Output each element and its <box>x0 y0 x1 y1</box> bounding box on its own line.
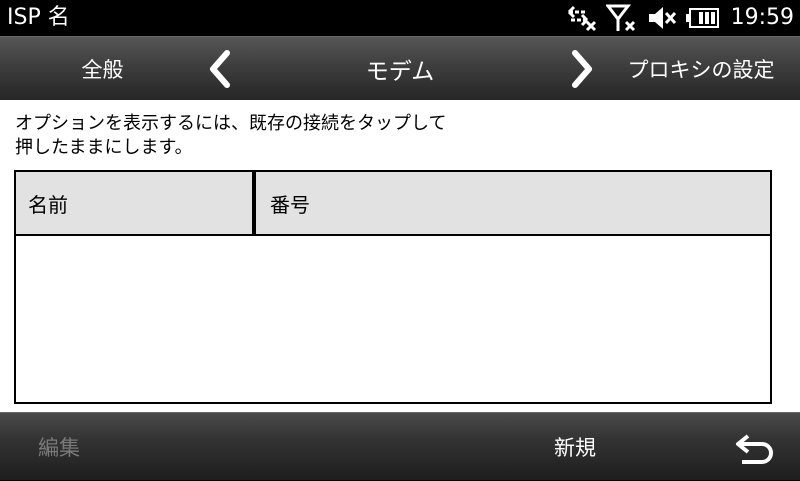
tab-proxy-settings[interactable]: プロキシの設定 <box>612 37 790 101</box>
header-nav: 全般 モデム プロキシの設定 <box>0 36 800 100</box>
chevron-right-icon[interactable] <box>562 37 602 101</box>
instruction-text: オプションを表示するには、既存の接続をタップして押したままにします。 <box>15 113 447 158</box>
speaker-muted-icon <box>647 4 677 32</box>
table-header: 名前 番号 <box>16 172 770 236</box>
bottom-bar: 編集 新規 <box>0 412 800 480</box>
table-body[interactable] <box>16 236 770 402</box>
battery-icon <box>685 7 720 29</box>
connection-table: 名前 番号 <box>14 170 772 404</box>
signal-off-icon <box>605 3 638 33</box>
tab-general[interactable]: 全般 <box>30 37 175 101</box>
content-area: オプションを表示するには、既存の接続をタップして押したままにします。 名前 番号 <box>0 100 800 412</box>
chevron-left-icon[interactable] <box>200 37 240 101</box>
column-header-name[interactable]: 名前 <box>16 172 256 234</box>
status-bar: ISP 名 19:59 <box>0 0 800 36</box>
status-time: 19:59 <box>730 5 794 30</box>
status-icons: 19:59 <box>565 0 794 36</box>
new-button[interactable]: 新規 <box>554 413 596 481</box>
column-header-number[interactable]: 番号 <box>256 172 770 234</box>
back-arrow-icon[interactable] <box>728 413 782 481</box>
status-title: ISP 名 <box>7 5 70 30</box>
data-transfer-off-icon <box>565 4 597 32</box>
edit-button: 編集 <box>38 436 80 460</box>
tab-modem: モデム <box>365 59 435 85</box>
